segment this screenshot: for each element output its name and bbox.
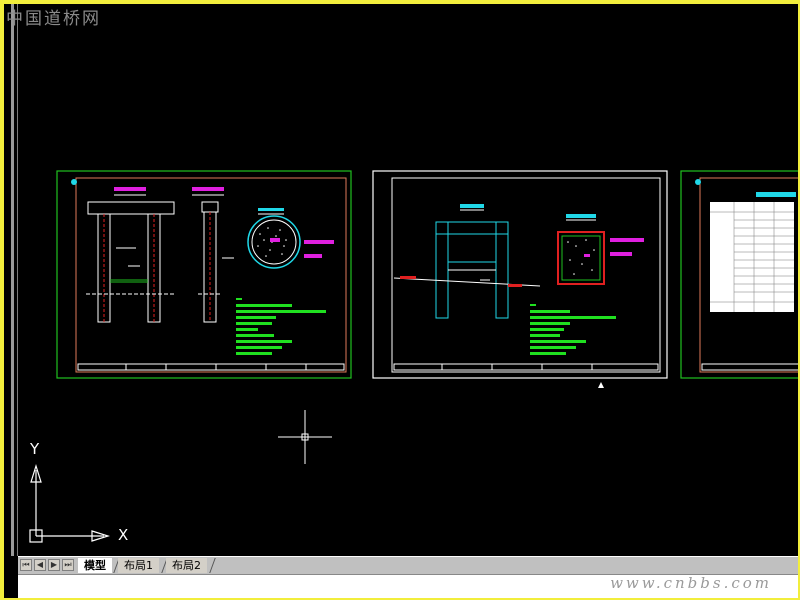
next-tab-button[interactable]: ▶: [48, 559, 60, 571]
ucs-x-label: X: [118, 526, 129, 544]
tab-separator: [209, 558, 216, 573]
drawing-sheet-1[interactable]: [56, 170, 352, 380]
scrollbar-track: [11, 4, 14, 556]
tab-model[interactable]: 模型: [78, 558, 112, 573]
drawing-canvas[interactable]: Y X: [18, 4, 798, 556]
watermark-top-left: 中国道桥网: [6, 9, 101, 29]
tab-layout-2[interactable]: 布局2: [166, 558, 207, 573]
drawing-sheet-2[interactable]: [372, 170, 668, 380]
watermark-bottom-right: www.cnbbs.com: [610, 574, 772, 592]
vertical-scrollbar[interactable]: [4, 4, 18, 556]
ucs-y-label: Y: [30, 440, 40, 458]
crosshair-cursor: [278, 410, 332, 464]
ucs-icon: Y X: [26, 436, 136, 548]
layout-tab-bar: ⏮ ◀ ▶ ⏭ 模型 布局1 布局2: [18, 556, 798, 574]
last-tab-button[interactable]: ⏭: [62, 559, 74, 571]
drawing-sheet-3[interactable]: [680, 170, 798, 380]
prev-tab-button[interactable]: ◀: [34, 559, 46, 571]
pick-marker: [598, 382, 604, 388]
tab-layout-1[interactable]: 布局1: [118, 558, 159, 573]
first-tab-button[interactable]: ⏮: [20, 559, 32, 571]
command-line[interactable]: www.cnbbs.com: [18, 574, 798, 598]
